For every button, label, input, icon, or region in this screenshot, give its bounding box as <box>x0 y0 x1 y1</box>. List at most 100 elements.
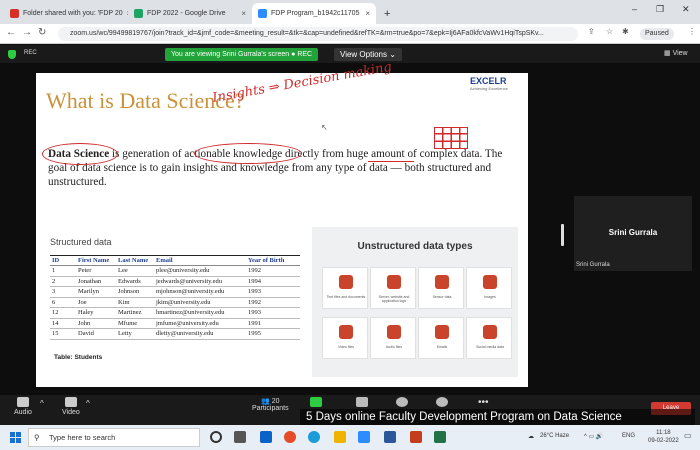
more-button[interactable]: ••• <box>478 397 489 408</box>
participant-video-tile[interactable]: Srini Gurrala <box>574 196 692 271</box>
video-options-caret[interactable]: ^ <box>86 399 90 408</box>
reload-icon[interactable]: ↻ <box>38 27 46 38</box>
col-header: First Name <box>76 255 116 266</box>
col-header: Email <box>154 255 246 266</box>
audio-label: Audio <box>14 409 32 416</box>
minimize-icon[interactable]: – <box>632 4 637 14</box>
table-cell: Johnson <box>116 286 154 298</box>
col-header: Last Name <box>116 255 154 266</box>
audio-options-caret[interactable]: ^ <box>40 399 44 408</box>
students-table: ID First Name Last Name Email Year of Bi… <box>50 255 300 340</box>
window-close-icon[interactable]: ✕ <box>682 4 690 15</box>
windows-start-icon[interactable] <box>10 432 21 443</box>
table-cell: Jonathan <box>76 276 116 287</box>
table-row: 6 Joe Kim jkim@university.edu 1992 <box>50 297 300 308</box>
camera-icon <box>64 397 77 407</box>
table-cell: jmfume@university.edu <box>154 318 246 329</box>
chat-button[interactable] <box>356 397 368 409</box>
tab-google-drive[interactable]: FDP 2022 - Google Drive × <box>128 3 252 24</box>
table-cell: 1993 <box>246 286 300 298</box>
maximize-icon[interactable]: ❐ <box>656 4 664 15</box>
extensions-icon[interactable]: ✱ <box>622 27 629 36</box>
chat-icon <box>356 397 368 407</box>
settings-button[interactable] <box>436 397 448 409</box>
table-cell: jkim@university.edu <box>154 297 246 308</box>
file-explorer-icon[interactable] <box>334 431 346 443</box>
table-row: 15 David Letty dletty@university.edu 1995 <box>50 328 300 340</box>
security-button[interactable] <box>310 397 322 409</box>
data-type-card: Images <box>466 267 512 309</box>
table-cell: 1992 <box>246 265 300 277</box>
excel-icon[interactable] <box>434 431 446 443</box>
table-row: 1 Peter Lee plee@university.edu 1992 <box>50 265 300 277</box>
profile-paused-button[interactable]: Paused <box>640 28 674 40</box>
weather-icon[interactable]: ☁ <box>528 433 534 440</box>
close-icon[interactable]: × <box>365 9 370 18</box>
tab-folder-shared[interactable]: Folder shared with you: 'FDP 20 × <box>4 3 128 24</box>
weather-text[interactable]: 26°C Haze <box>540 433 569 439</box>
table-cell: Lee <box>116 265 154 277</box>
taskbar-clock[interactable]: 11:18 09-02-2022 <box>648 429 679 445</box>
zoom-icon <box>258 9 267 18</box>
chrome-icon[interactable] <box>284 431 296 443</box>
url-input[interactable]: zoom.us/wc/99499819767/join?track_id=&jm… <box>58 27 578 41</box>
new-tab-button[interactable]: + <box>378 3 396 24</box>
table-cell: 1992 <box>246 297 300 308</box>
table-cell: 1993 <box>246 307 300 319</box>
data-type-card: Text files and documents <box>322 267 368 309</box>
circle-annotation <box>194 143 302 164</box>
powerpoint-icon[interactable] <box>410 431 422 443</box>
data-type-card: Server, website and application logs <box>370 267 416 309</box>
more-icon: ••• <box>478 397 489 408</box>
data-type-card: Social media data <box>466 317 512 359</box>
audio-button[interactable]: Audio <box>14 397 32 416</box>
video-button[interactable]: Video <box>62 397 80 416</box>
menu-icon[interactable]: ⋮ <box>688 27 696 36</box>
table-cell: Kim <box>116 297 154 308</box>
view-options-label: View Options <box>340 50 387 59</box>
participant-label: Srini Gurrala <box>576 262 610 268</box>
tab-label: FDP 2022 - Google Drive <box>147 10 226 17</box>
star-icon[interactable]: ☆ <box>606 27 613 36</box>
circle-annotation <box>42 143 118 165</box>
viewing-text: You are viewing Srini Gurrala's screen <box>171 51 290 58</box>
participant-name: Srini Gurrala <box>608 228 658 237</box>
share-icon[interactable]: ⇪ <box>588 27 595 36</box>
audio-icon <box>387 325 401 339</box>
edge-icon[interactable] <box>308 431 320 443</box>
table-cell: 12 <box>50 307 76 319</box>
zoom-app-icon[interactable] <box>358 431 370 443</box>
view-button[interactable]: ▦ View <box>664 49 688 57</box>
viewing-rec: REC <box>297 51 313 58</box>
taskbar-search-input[interactable]: ⚲ Type here to search <box>28 428 200 447</box>
gear-icon <box>436 397 448 407</box>
reactions-button[interactable] <box>396 397 408 409</box>
word-icon[interactable] <box>384 431 396 443</box>
view-label: View <box>672 50 688 57</box>
program-banner: 5 Days online Faculty Development Progra… <box>300 409 695 425</box>
panel-handle[interactable] <box>561 224 564 246</box>
participants-button[interactable]: 👥 20 Participants <box>252 397 289 412</box>
sensor-icon <box>435 275 449 289</box>
cortana-icon[interactable] <box>210 431 222 443</box>
tab-fdp-program[interactable]: FDP Program_b1942c11705 × <box>252 3 376 24</box>
table-caption: Table: Students <box>54 354 103 361</box>
notification-icon[interactable]: ▭ <box>684 431 692 440</box>
mail-icon[interactable] <box>260 431 272 443</box>
forward-icon[interactable]: → <box>22 27 32 38</box>
tray-icons[interactable]: ^ ▭ 🔊 <box>584 433 603 440</box>
data-type-label: Sensor data <box>432 295 452 299</box>
task-view-icon[interactable] <box>234 431 246 443</box>
logo-text: EXCELR <box>470 76 507 86</box>
table-cell: hmartinez@university.edu <box>154 307 246 319</box>
back-icon[interactable]: ← <box>6 27 16 38</box>
table-cell: 1995 <box>246 328 300 340</box>
view-options-button[interactable]: View Options ⌄ <box>334 48 402 61</box>
table-row: 3 Marilyn Johnson mjohnson@university.edu 19… <box>50 286 300 298</box>
close-icon[interactable]: × <box>241 9 246 18</box>
language-indicator[interactable]: ENG <box>622 433 635 439</box>
shared-slide: What is Data Science? EXCELR Achieving Ex… <box>36 60 528 387</box>
participants-icon: 👥 20 <box>261 398 280 405</box>
data-type-card: Video files <box>322 317 368 359</box>
document-icon <box>339 275 353 289</box>
